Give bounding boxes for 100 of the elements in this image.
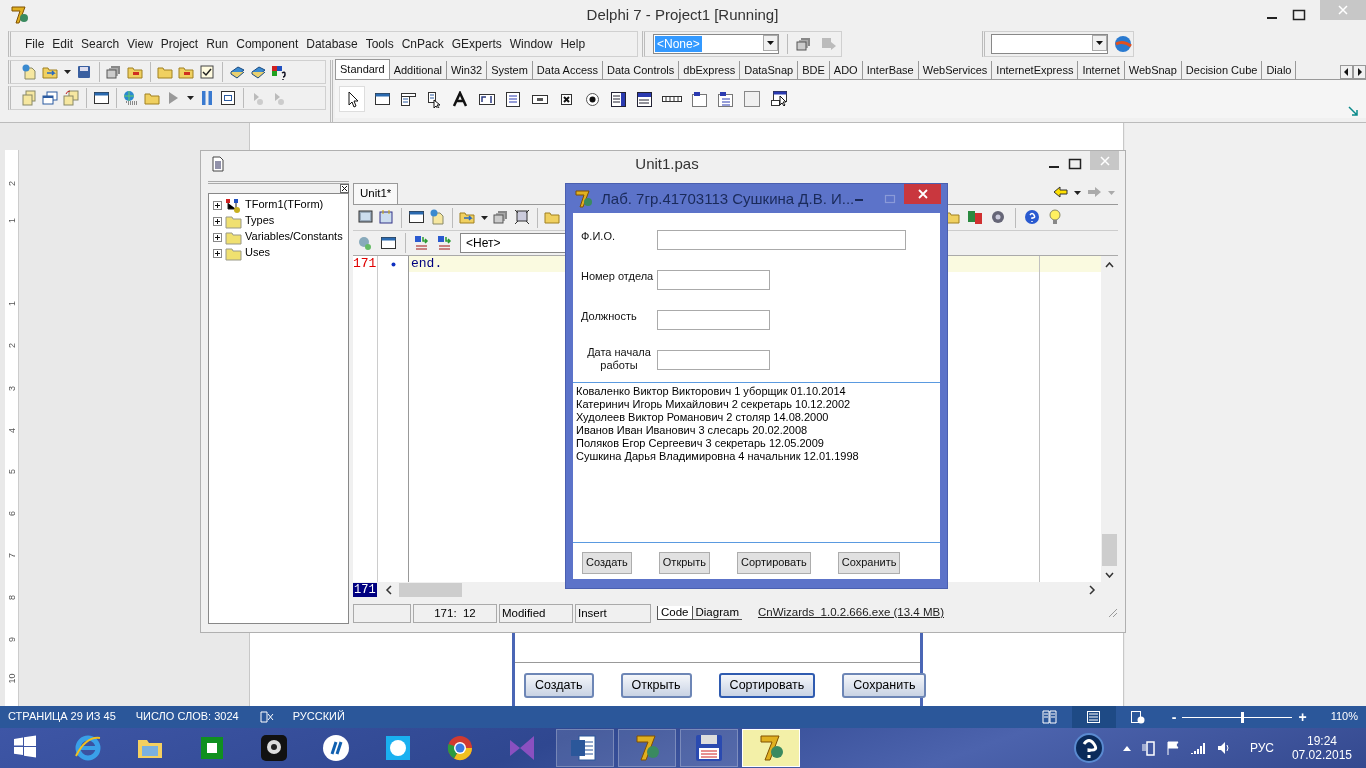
- chevron-up-icon[interactable]: [1121, 744, 1132, 752]
- form-button[interactable]: Сохранить: [837, 552, 901, 574]
- scroll-thumb[interactable]: [1102, 534, 1117, 566]
- browser-ring-icon[interactable]: [446, 734, 474, 762]
- resize-grip-icon[interactable]: [1108, 608, 1118, 618]
- webcam-icon[interactable]: [260, 734, 288, 762]
- window-icon[interactable]: [380, 234, 397, 252]
- close-button[interactable]: [904, 184, 941, 204]
- speaker-icon[interactable]: [1215, 740, 1232, 756]
- print-layout-button[interactable]: [1071, 706, 1116, 728]
- clock-time[interactable]: 19:24: [1291, 733, 1352, 748]
- signal-icon[interactable]: [1189, 741, 1206, 755]
- form-button[interactable]: Открыть: [658, 552, 710, 574]
- scroll-up-icon[interactable]: [1105, 262, 1114, 268]
- editor-tab[interactable]: Unit1*: [353, 183, 399, 204]
- menu-item[interactable]: GExperts: [447, 36, 506, 52]
- word-count[interactable]: ЧИСЛО СЛОВ: 3024: [135, 710, 239, 724]
- palette-tab[interactable]: InterBase: [862, 61, 919, 79]
- menu-item[interactable]: Edit: [48, 36, 78, 52]
- taskbar-button[interactable]: [680, 729, 738, 767]
- back-arrow-icon[interactable]: [1052, 184, 1069, 201]
- menu-item[interactable]: Run: [202, 36, 233, 52]
- radio-group-icon[interactable]: [717, 90, 734, 108]
- menu-item[interactable]: Project: [156, 36, 203, 52]
- palette-tab[interactable]: Data Controls: [603, 61, 680, 79]
- slider-thumb[interactable]: [1241, 711, 1245, 723]
- palette-tab[interactable]: dbExpress: [679, 61, 741, 79]
- tree-item[interactable]: Variables/Constants: [245, 230, 343, 244]
- maximize-icon[interactable]: [1068, 158, 1082, 170]
- helmet-seven-icon[interactable]: [9, 5, 29, 25]
- expand-icon[interactable]: [213, 200, 222, 210]
- expand-icon[interactable]: [213, 216, 222, 226]
- scroll-left-icon[interactable]: [1340, 65, 1353, 79]
- form-button[interactable]: Сортировать: [737, 552, 811, 574]
- palette-tab[interactable]: System: [487, 61, 533, 79]
- memo-box[interactable]: [573, 382, 940, 543]
- expand-icon[interactable]: [213, 232, 222, 242]
- window-icon[interactable]: [93, 89, 110, 107]
- panel-icon[interactable]: [743, 90, 761, 108]
- lightbulb-icon[interactable]: [1047, 209, 1064, 226]
- scroll-down-icon[interactable]: [1105, 572, 1114, 578]
- palette-tab[interactable]: Dialo: [1262, 61, 1297, 79]
- windows-icon[interactable]: [42, 89, 59, 107]
- open-folder-icon[interactable]: [459, 209, 476, 226]
- taskbar-button[interactable]: [618, 729, 676, 767]
- popup-menu-icon[interactable]: [426, 90, 443, 108]
- scroll-thumb[interactable]: [398, 583, 462, 597]
- scroll-left-icon[interactable]: [384, 585, 393, 595]
- flag-icon[interactable]: [1165, 740, 1180, 756]
- combo-box-icon[interactable]: [636, 90, 653, 108]
- frame-icon[interactable]: [374, 90, 391, 108]
- caret-icon[interactable]: [763, 35, 778, 51]
- group-box-icon[interactable]: [691, 90, 708, 108]
- keyboard-language[interactable]: РУС: [1249, 740, 1274, 756]
- tree-item[interactable]: Uses: [245, 246, 271, 260]
- text-field[interactable]: [657, 230, 906, 250]
- menu-item[interactable]: File: [21, 36, 49, 52]
- menu-item[interactable]: Database: [302, 36, 362, 52]
- help-icon[interactable]: [1024, 209, 1041, 226]
- browser-e-icon[interactable]: [74, 734, 102, 762]
- caret-icon[interactable]: [63, 69, 72, 75]
- palette-tab[interactable]: InternetExpress: [992, 61, 1079, 79]
- label-icon[interactable]: [452, 90, 469, 108]
- globe-icon[interactable]: [1114, 35, 1132, 53]
- menu-item[interactable]: Window: [505, 36, 557, 52]
- palette-tab[interactable]: Win32: [447, 61, 488, 79]
- palette-tab[interactable]: WebSnap: [1124, 61, 1182, 79]
- radio-button-icon[interactable]: [584, 90, 601, 108]
- document-icon[interactable]: [210, 156, 226, 172]
- expand-icon[interactable]: [213, 248, 222, 258]
- palette-tab[interactable]: DataSnap: [740, 61, 799, 79]
- zoom-out-button[interactable]: -: [1171, 708, 1177, 726]
- palette-tab[interactable]: BDE: [798, 61, 830, 79]
- tree-item[interactable]: TForm1(TForm): [245, 198, 324, 212]
- maximize-icon[interactable]: [1292, 9, 1306, 21]
- palette-tab[interactable]: WebServices: [918, 61, 993, 79]
- dialog-icon[interactable]: [220, 89, 237, 107]
- helmet-seven-icon[interactable]: [573, 188, 593, 209]
- main-menu-icon[interactable]: [400, 90, 417, 108]
- checklist-icon[interactable]: [199, 63, 216, 81]
- close-icon[interactable]: [340, 184, 349, 193]
- palette-tab[interactable]: Internet: [1078, 61, 1125, 79]
- taskbar-button[interactable]: [742, 729, 800, 767]
- download-link[interactable]: CnWizards_1.0.2.666.exe (13.4 MB): [757, 606, 944, 620]
- menu-item[interactable]: CnPack: [397, 36, 448, 52]
- form-button[interactable]: Создать: [582, 552, 632, 574]
- view-tab[interactable]: Code: [657, 605, 692, 621]
- taskbar-button[interactable]: [556, 729, 614, 767]
- resize-arrow-icon[interactable]: [1348, 106, 1358, 116]
- menu-item[interactable]: View: [123, 36, 157, 52]
- clock-date[interactable]: 07.02.2015: [1291, 748, 1352, 763]
- scroll-right-icon[interactable]: [1353, 65, 1366, 79]
- caret-icon[interactable]: [1092, 35, 1107, 51]
- page-counter[interactable]: СТРАНИЦА 29 ИЗ 45: [8, 710, 116, 724]
- caret-icon[interactable]: [480, 214, 489, 221]
- palette-tab[interactable]: Data Access: [532, 61, 603, 79]
- pointer-button[interactable]: [339, 86, 365, 112]
- memo-icon[interactable]: [505, 90, 522, 108]
- caret-icon[interactable]: [186, 95, 195, 101]
- palette-tab[interactable]: Additional: [389, 61, 447, 79]
